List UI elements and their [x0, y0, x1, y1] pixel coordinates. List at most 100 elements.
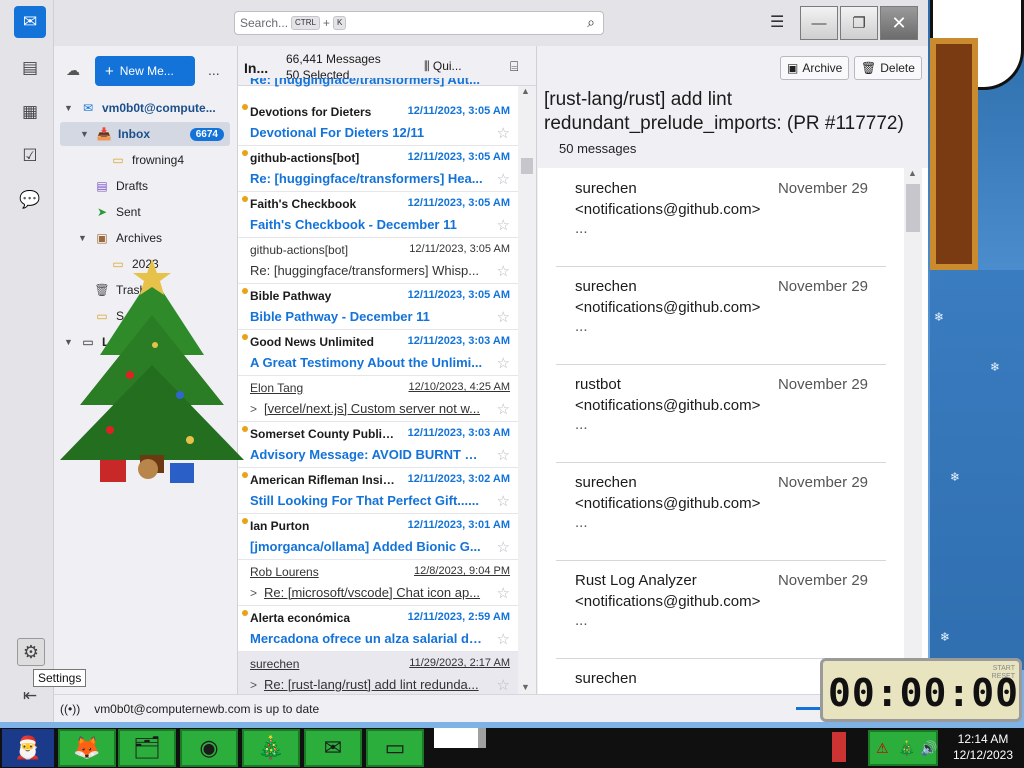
christmas-tree-taskbar-icon[interactable]: 🎄 [242, 729, 300, 767]
delete-button[interactable]: 🗑 Delete [854, 56, 922, 80]
inbox-icon: 📥 [96, 127, 112, 141]
star-icon[interactable]: ☆ [497, 170, 510, 188]
message-row[interactable]: American Rifleman Insid... 12/11/2023, 3:… [238, 468, 520, 514]
tray-show-desktop[interactable] [832, 732, 846, 762]
message-row[interactable]: Somerset County Public ... 12/11/2023, 3:… [238, 422, 520, 468]
message-row[interactable]: Bible Pathway 12/11/2023, 3:05 AM Bible Pa… [238, 284, 520, 330]
stopwatch-widget[interactable]: START RESET 00:00:00 [820, 658, 1022, 722]
calendar-icon[interactable]: ▦ [14, 96, 46, 128]
message-row[interactable]: Devotions for Dieters 12/11/2023, 3:05 AM… [238, 100, 520, 146]
message-subject: Bible Pathway - December 11 [250, 309, 430, 324]
message-date: 12/10/2023, 4:25 AM [408, 381, 510, 393]
star-icon[interactable]: ☆ [497, 124, 510, 142]
firefox-taskbar-icon[interactable]: 🦊 [58, 729, 116, 767]
scrollbar-thumb[interactable] [906, 184, 920, 232]
message-row[interactable]: surechen 11/29/2023, 2:17 AM > Re: [rust-la… [238, 652, 520, 694]
card-date: November 29 [777, 376, 868, 393]
conversation-scrollbar[interactable]: ▲ [904, 168, 922, 694]
desktop-snow-scene: ❄ ❄ ❄ ❄ [930, 270, 1024, 670]
message-row[interactable]: github-actions[bot] 12/11/2023, 3:05 AM Re… [238, 146, 520, 192]
conversation-message-card[interactable]: surechen November 29 <notifications@github… [556, 464, 886, 561]
message-row[interactable]: Ian Purton 12/11/2023, 3:01 AM [jmorganca/… [238, 514, 520, 560]
chat-icon[interactable]: 💬 [14, 184, 46, 216]
message-sender: Faith's Checkbook [250, 197, 357, 211]
mail-space-icon[interactable]: ✉ [14, 6, 46, 38]
search-icon[interactable]: ⌕ [587, 14, 595, 31]
app-menu-icon[interactable]: ☰ [770, 12, 784, 32]
scrollbar-thumb[interactable] [521, 158, 533, 174]
message-sender: surechen [250, 657, 300, 671]
star-icon[interactable]: ☆ [497, 538, 510, 556]
address-book-icon[interactable]: ▤ [14, 52, 46, 84]
message-row[interactable]: Alerta económica 12/11/2023, 2:59 AM Merca… [238, 606, 520, 652]
account-row[interactable]: ▼ ✉ vm0b0t@compute... [54, 96, 236, 120]
system-tray: ⚠ 🎄 🔊 [868, 730, 938, 766]
conversation-message-card[interactable]: surechen November 29 <notifications@github… [556, 170, 886, 267]
close-button[interactable]: ✕ [880, 6, 918, 40]
display-options-icon[interactable]: ⌸ [510, 58, 518, 75]
settings-gear-icon[interactable]: ⚙ [17, 638, 45, 666]
conversation-message-card[interactable]: surechen November 29 <notifications@github… [556, 268, 886, 365]
thread-chevron-icon[interactable]: > [250, 586, 257, 600]
star-icon[interactable]: ☆ [497, 216, 510, 234]
star-icon[interactable]: ☆ [497, 308, 510, 326]
folder-drafts[interactable]: ▤ Drafts [54, 174, 236, 198]
star-icon[interactable]: ☆ [497, 262, 510, 280]
message-row[interactable]: github-actions[bot] 12/11/2023, 3:05 AM Re… [238, 238, 520, 284]
terminal-taskbar-icon[interactable]: ▭ [366, 729, 424, 767]
message-row[interactable]: Faith's Checkbook 12/11/2023, 3:05 AM Fait… [238, 192, 520, 238]
start-button[interactable]: 🎅 [2, 729, 54, 767]
tasks-icon[interactable]: ☑ [14, 140, 46, 172]
shortcut-key-ctrl: CTRL [291, 16, 320, 30]
star-icon[interactable]: ☆ [497, 584, 510, 602]
thunderbird-taskbar-icon[interactable]: ✉ [304, 729, 362, 767]
message-row[interactable]: Elon Tang 12/10/2023, 4:25 AM > [vercel/nex… [238, 376, 520, 422]
chevron-down-icon[interactable]: ▼ [64, 103, 76, 113]
star-icon[interactable]: ☆ [497, 676, 510, 694]
message-date: 12/8/2023, 9:04 PM [413, 565, 510, 577]
folder-frowning4[interactable]: ▭ frowning4 [54, 148, 236, 172]
taskbar-clock[interactable]: 12:14 AM 12/12/2023 [946, 731, 1020, 763]
thread-chevron-icon[interactable]: > [250, 678, 257, 692]
star-icon[interactable]: ☆ [497, 400, 510, 418]
search-input[interactable]: Search... CTRL + K ⌕ [234, 11, 604, 35]
scroll-down-icon[interactable]: ▼ [521, 682, 530, 692]
message-row[interactable]: Good News Unlimited 12/11/2023, 3:03 AM A … [238, 330, 520, 376]
chevron-down-icon[interactable]: ▼ [78, 233, 90, 243]
tree-tray-icon[interactable]: 🎄 [898, 740, 915, 757]
folder-sent[interactable]: ➤ Sent [54, 200, 236, 224]
star-icon[interactable]: ☆ [497, 492, 510, 510]
scroll-up-icon[interactable]: ▲ [908, 168, 917, 178]
folder-pane-more-button[interactable]: ... [208, 62, 220, 78]
get-messages-icon[interactable]: ☁ [66, 62, 80, 79]
unread-count-badge: 6674 [189, 127, 224, 141]
volume-icon[interactable]: 🔊 [920, 740, 937, 757]
card-sender-name: surechen [575, 474, 637, 491]
maximize-button[interactable]: ❐ [840, 6, 878, 40]
message-row[interactable]: Rob Lourens 12/8/2023, 9:04 PM > Re: [micro… [238, 560, 520, 606]
folder-title: In... [244, 60, 269, 76]
file-explorer-taskbar-icon[interactable]: 🗂 [118, 729, 176, 767]
chrome-taskbar-icon[interactable]: ◉ [180, 729, 238, 767]
star-icon[interactable]: ☆ [497, 446, 510, 464]
quick-filter-button[interactable]: ⫼ Qui... [424, 59, 462, 74]
chevron-down-icon[interactable]: ▼ [80, 129, 92, 139]
new-message-button[interactable]: + New Me... [95, 56, 195, 86]
online-status-icon[interactable]: ((•)) [60, 702, 80, 716]
network-warning-icon[interactable]: ⚠ [876, 740, 889, 757]
folder-archives[interactable]: ▼ ▣ Archives [54, 226, 236, 250]
conversation-message-card[interactable]: Rust Log Analyzer November 29 <notificatio… [556, 562, 886, 659]
plus-icon: + [105, 62, 114, 80]
star-icon[interactable]: ☆ [497, 354, 510, 372]
conversation-message-card[interactable]: rustbot November 29 <notifications@github.… [556, 366, 886, 463]
message-subject: Re: [huggingface/transformers] Hea... [250, 171, 483, 186]
message-sender: Devotions for Dieters [250, 105, 372, 119]
folder-inbox[interactable]: ▼ 📥 Inbox 6674 [60, 122, 230, 146]
minimize-button[interactable]: — [800, 6, 838, 40]
star-icon[interactable]: ☆ [497, 630, 510, 648]
message-subject: Re: [microsoft/vscode] Chat icon ap... [264, 585, 481, 600]
message-sender: Elon Tang [250, 381, 304, 395]
message-list-scrollbar[interactable]: ▲ ▼ [518, 86, 536, 694]
archive-button[interactable]: ▣ Archive [780, 56, 850, 80]
scroll-up-icon[interactable]: ▲ [521, 86, 530, 96]
